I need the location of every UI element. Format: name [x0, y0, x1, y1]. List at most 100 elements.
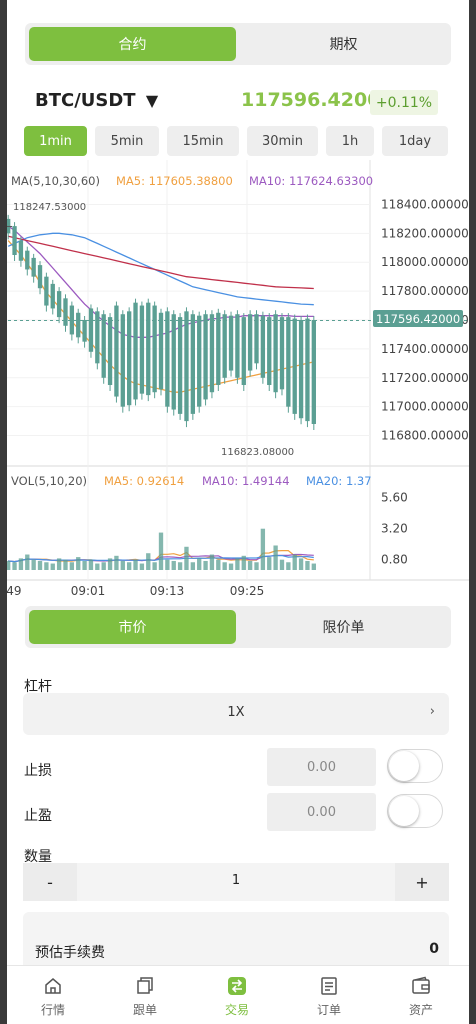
volume-bar [279, 559, 285, 570]
candle [63, 298, 68, 326]
volume-bar [197, 558, 202, 570]
volume-bar [165, 559, 170, 570]
volume-bar [88, 559, 94, 570]
time-tick-label: 8:49 [7, 584, 21, 598]
volume-bar [247, 560, 253, 570]
candle [25, 250, 30, 270]
candle [197, 315, 202, 407]
quantity-plus-button[interactable]: + [395, 863, 449, 901]
interval-1h[interactable]: 1h [326, 126, 374, 156]
candle [44, 276, 49, 306]
candle [146, 302, 151, 396]
tab-contract[interactable]: 合约 [29, 27, 236, 61]
volume-bar [184, 546, 189, 570]
candle [114, 305, 119, 397]
candle [31, 257, 36, 277]
candle [305, 318, 310, 422]
volume-bar [95, 563, 100, 570]
nav-orders[interactable]: 订单 [283, 966, 375, 1024]
copy-icon [137, 977, 153, 994]
nav-copy-trade[interactable]: 跟单 [99, 966, 191, 1024]
order-type-tabs: 市价 限价单 [25, 606, 451, 648]
pair-selector[interactable]: BTC/USDT ▼ [35, 90, 158, 111]
volume-bar [209, 554, 215, 570]
interval-5min[interactable]: 5min [95, 126, 159, 156]
candle [216, 312, 221, 385]
volume-bar [114, 555, 119, 570]
candle [82, 320, 87, 342]
candle [311, 320, 316, 424]
candle [292, 318, 297, 414]
candle [88, 308, 94, 352]
volume-bar [216, 559, 221, 570]
volume-bar [126, 562, 132, 570]
price-tick-label: 116800.00000 [381, 429, 469, 443]
tab-limit[interactable]: 限价单 [240, 610, 447, 644]
volume-bar [56, 558, 62, 570]
candle [228, 315, 234, 371]
candle [95, 311, 100, 364]
candle [222, 314, 227, 378]
stop-loss-toggle[interactable] [387, 749, 443, 783]
interval-1min[interactable]: 1min [24, 126, 87, 156]
high-marker: 118247.53000 [13, 202, 86, 213]
candle [279, 317, 285, 390]
wallet-icon [412, 976, 430, 994]
time-tick-label: 09:01 [71, 584, 106, 598]
quantity-input[interactable]: 1 [77, 873, 395, 888]
tab-market[interactable]: 市价 [29, 610, 236, 644]
candle [12, 226, 17, 255]
volume-bar [120, 560, 125, 570]
vol-ma10-label: MA10: 1.49144 [202, 474, 290, 488]
candle [37, 265, 43, 289]
candle [254, 314, 259, 364]
vol-ma5-label: MA5: 0.92614 [104, 474, 184, 488]
price-tick-label: 118000.00000 [381, 255, 469, 269]
interval-1day[interactable]: 1day [382, 126, 448, 156]
volume-tick-label: 3.20 [381, 522, 408, 536]
candle [260, 315, 266, 378]
stop-loss-input[interactable]: 0.00 [267, 748, 376, 786]
take-profit-input[interactable]: 0.00 [267, 793, 376, 831]
time-tick-label: 09:13 [150, 584, 185, 598]
take-profit-toggle[interactable] [387, 794, 443, 828]
fee-value: 0 [429, 941, 439, 957]
app-screen: 合约 期权 BTC/USDT ▼ 117596.42000 +0.11% 1mi… [7, 0, 469, 1024]
time-tick-label: 09:25 [230, 584, 265, 598]
volume-bar [260, 528, 266, 570]
nav-orders-label: 订单 [316, 1003, 341, 1017]
candle [101, 314, 106, 378]
volume-bar [222, 562, 227, 570]
nav-assets[interactable]: 资产 [375, 966, 467, 1024]
volume-bar [82, 560, 87, 570]
candle [241, 317, 246, 385]
quantity-minus-button[interactable]: - [23, 863, 77, 901]
stop-loss-label: 止损 [24, 763, 52, 779]
nav-market[interactable]: 行情 [7, 966, 99, 1024]
candle [107, 317, 113, 385]
volume-bar [18, 558, 24, 570]
price-tick-label: 117400.00000 [381, 342, 469, 356]
kline-chart[interactable]: 118400.00000 118200.00000 118000.00000 1178… [7, 160, 469, 600]
nav-trade[interactable]: 交易 [191, 966, 283, 1024]
interval-30min[interactable]: 30min [247, 126, 318, 156]
volume-bar [177, 562, 183, 570]
volume-bar [203, 560, 208, 570]
interval-15min[interactable]: 15min [167, 126, 239, 156]
vol-ma20-label: MA20: 1.37 [306, 474, 372, 488]
candle [298, 320, 304, 419]
quantity-stepper: - 1 + [23, 863, 449, 901]
volume-bar [31, 559, 36, 570]
candle [76, 312, 81, 338]
leverage-selector[interactable]: 1X › [23, 693, 449, 735]
candle [177, 317, 183, 414]
candle [152, 305, 157, 393]
fee-panel: 预估手续费 0 [23, 912, 449, 972]
tab-options[interactable]: 期权 [240, 27, 447, 61]
price-tick-label: 118400.00000 [381, 197, 469, 211]
interval-selector: 1min 5min 15min 30min 1h 1day [24, 126, 452, 156]
price-tick-label: 117800.00000 [381, 284, 469, 298]
volume-bar [254, 562, 259, 570]
candle [273, 314, 278, 393]
candle [126, 311, 132, 406]
